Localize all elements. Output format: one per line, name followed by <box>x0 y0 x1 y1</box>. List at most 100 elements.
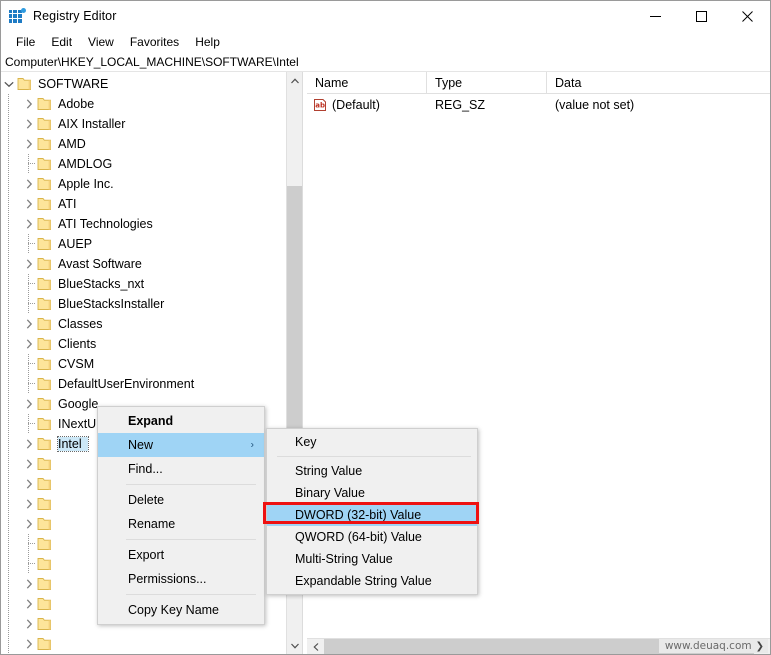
tree-item-label: Adobe <box>58 97 95 111</box>
tree-item-classes[interactable]: Classes <box>1 314 287 334</box>
menu-help[interactable]: Help <box>187 33 228 51</box>
table-row[interactable]: ab (Default) REG_SZ (value not set) <box>307 94 770 116</box>
tree-item-software[interactable]: SOFTWARE <box>1 74 287 94</box>
folder-icon <box>37 437 53 451</box>
tree-connector <box>21 294 37 314</box>
menu-item-find[interactable]: Find... <box>98 457 264 481</box>
address-bar[interactable]: Computer\HKEY_LOCAL_MACHINE\SOFTWARE\Int… <box>1 52 770 72</box>
folder-icon <box>37 237 53 251</box>
folder-icon <box>37 537 53 551</box>
tree-item-cvsm[interactable]: CVSM <box>1 354 287 374</box>
tree-item-label: Clients <box>58 337 97 351</box>
submenu-item-key[interactable]: Key <box>267 431 477 453</box>
tree-item-bluestacksinstaller[interactable]: BlueStacksInstaller <box>1 294 287 314</box>
folder-icon <box>37 457 53 471</box>
tree-item-bluestacks-nxt[interactable]: BlueStacks_nxt <box>1 274 287 294</box>
chevron-right-icon[interactable] <box>21 94 37 114</box>
menu-item-delete[interactable]: Delete <box>98 488 264 512</box>
column-header-data[interactable]: Data <box>547 72 770 94</box>
tree-item-ati-technologies[interactable]: ATI Technologies <box>1 214 287 234</box>
chevron-right-icon[interactable] <box>21 474 37 494</box>
submenu-item-qword-64-bit-value[interactable]: QWORD (64-bit) Value <box>267 526 477 548</box>
chevron-right-icon[interactable] <box>21 514 37 534</box>
chevron-right-icon[interactable] <box>21 454 37 474</box>
menu-view[interactable]: View <box>80 33 122 51</box>
menu-edit[interactable]: Edit <box>43 33 80 51</box>
tree-item-adobe[interactable]: Adobe <box>1 94 287 114</box>
menu-favorites[interactable]: Favorites <box>122 33 187 51</box>
submenu-item-binary-value[interactable]: Binary Value <box>267 482 477 504</box>
tree-item-apple-inc[interactable]: Apple Inc. <box>1 174 287 194</box>
tree-item-aix-installer[interactable]: AIX Installer <box>1 114 287 134</box>
menu-item-label: Expandable String Value <box>295 574 432 588</box>
chevron-right-icon[interactable] <box>21 594 37 614</box>
tree-item-auep[interactable]: AUEP <box>1 234 287 254</box>
column-header-name[interactable]: Name <box>307 72 427 94</box>
tree-item-amdlog[interactable]: AMDLOG <box>1 154 287 174</box>
chevron-right-icon[interactable] <box>21 334 37 354</box>
menu-item-label: QWORD (64-bit) Value <box>295 530 422 544</box>
tree-item-avast-software[interactable]: Avast Software <box>1 254 287 274</box>
value-data-cell: (value not set) <box>555 98 635 112</box>
submenu-item-string-value[interactable]: String Value <box>267 460 477 482</box>
chevron-right-icon[interactable] <box>21 134 37 154</box>
menu-item-new[interactable]: New › <box>98 433 264 457</box>
chevron-right-icon[interactable] <box>21 634 37 654</box>
menu-item-label: Binary Value <box>295 486 365 500</box>
column-header-type[interactable]: Type <box>427 72 547 94</box>
tree-item-label: AMD <box>58 137 86 151</box>
folder-icon <box>37 137 53 151</box>
chevron-right-icon[interactable] <box>21 194 37 214</box>
chevron-right-icon[interactable] <box>21 494 37 514</box>
menu-item-label: Multi-String Value <box>295 552 393 566</box>
submenu-item-expandable-string-value[interactable]: Expandable String Value <box>267 570 477 592</box>
folder-icon <box>37 637 53 651</box>
menu-item-export[interactable]: Export <box>98 543 264 567</box>
scroll-down-icon[interactable] <box>287 637 302 654</box>
menu-item-rename[interactable]: Rename <box>98 512 264 536</box>
submenu-item-multi-string-value[interactable]: Multi-String Value <box>267 548 477 570</box>
scroll-up-icon[interactable] <box>287 72 302 89</box>
folder-icon <box>37 197 53 211</box>
chevron-right-icon[interactable] <box>21 174 37 194</box>
menu-item-label: Expand <box>128 414 174 428</box>
tree-item-ati[interactable]: ATI <box>1 194 287 214</box>
tree-item-label: AUEP <box>58 237 93 251</box>
folder-icon <box>37 577 53 591</box>
context-menu[interactable]: Expand New › Find... Delete Rename Export Permi… <box>97 406 265 625</box>
menu-item-expand[interactable]: Expand <box>98 409 264 433</box>
chevron-right-icon[interactable] <box>21 434 37 454</box>
tree-connector <box>21 414 37 434</box>
tree-connector <box>21 354 37 374</box>
chevron-down-icon[interactable] <box>1 74 17 94</box>
tree-item-amd[interactable]: AMD <box>1 134 287 154</box>
new-submenu[interactable]: Key String Value Binary Value DWORD (32-bit… <box>266 428 478 595</box>
chevron-right-icon[interactable] <box>21 214 37 234</box>
tree-item-label: Classes <box>58 317 103 331</box>
chevron-right-icon[interactable] <box>21 574 37 594</box>
tree-item-defaultuserenvironment[interactable]: DefaultUserEnvironment <box>1 374 287 394</box>
scroll-left-icon[interactable] <box>307 639 324 654</box>
chevron-right-icon[interactable] <box>21 394 37 414</box>
tree-item-label: Apple Inc. <box>58 177 114 191</box>
folder-icon <box>37 597 53 611</box>
chevron-right-icon[interactable] <box>21 254 37 274</box>
menu-file[interactable]: File <box>8 33 43 51</box>
tree-item-hidden[interactable] <box>1 634 287 654</box>
chevron-right-icon[interactable] <box>21 614 37 634</box>
menu-item-copy-key-name[interactable]: Copy Key Name <box>98 598 264 622</box>
chevron-right-icon[interactable] <box>21 114 37 134</box>
chevron-right-icon[interactable] <box>21 314 37 334</box>
menu-separator <box>126 539 256 540</box>
tree-item-clients[interactable]: Clients <box>1 334 287 354</box>
minimize-button[interactable] <box>632 1 678 31</box>
menu-separator <box>126 594 256 595</box>
menu-item-permissions[interactable]: Permissions... <box>98 567 264 591</box>
folder-icon <box>37 517 53 531</box>
tree-scroll-thumb[interactable] <box>287 186 302 432</box>
folder-icon <box>37 397 53 411</box>
submenu-item-dword-32-bit-value[interactable]: DWORD (32-bit) Value <box>267 504 477 526</box>
close-button[interactable] <box>724 1 770 31</box>
tree-item-label: ATI Technologies <box>58 217 153 231</box>
maximize-button[interactable] <box>678 1 724 31</box>
